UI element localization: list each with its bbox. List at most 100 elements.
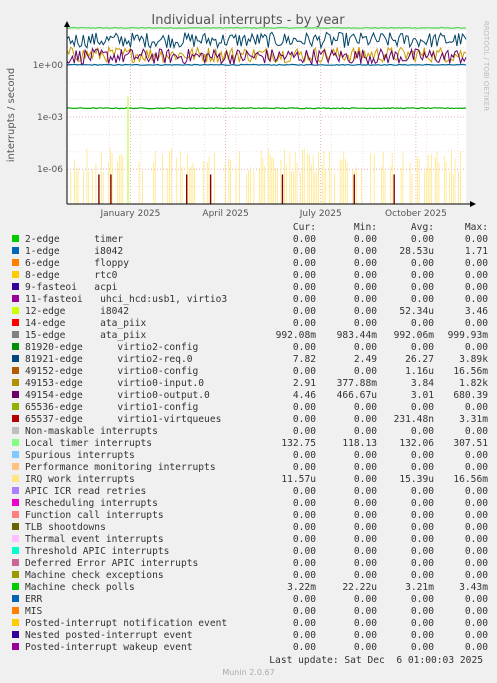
legend-min-value: 0.00	[353, 642, 377, 653]
legend-min-value: 118.13	[342, 438, 377, 449]
legend-max-value: 307.51	[453, 438, 488, 449]
legend-max-value: 3.89k	[459, 354, 488, 365]
legend-series-cell: Thermal event interrupts	[12, 534, 260, 546]
legend-label: 65537-edge virtio1-virtqueues	[25, 414, 222, 425]
legend-cur-value: 0.00	[292, 630, 316, 641]
legend-min-value: 0.00	[353, 474, 377, 485]
legend-row: 14-edge ata_piix 0.00 0.00 0.00 0.00	[12, 318, 488, 330]
legend-swatch	[12, 631, 19, 638]
legend-body: 2-edge timer 0.00 0.00 0.00 0.00 1-edge i8042…	[12, 234, 488, 654]
legend-avg-value: 0.00	[410, 618, 434, 629]
legend-avg-value: 0.00	[410, 342, 434, 353]
legend-avg-value: 26.27	[405, 354, 434, 365]
legend-min-value: 0.00	[353, 306, 377, 317]
legend-row: 6-edge floppy 0.00 0.00 0.00 0.00	[12, 258, 488, 270]
col-avg-header: Avg:	[410, 222, 434, 233]
legend-avg-value: 28.53u	[399, 246, 434, 257]
legend-row: ERR 0.00 0.00 0.00 0.00	[12, 594, 488, 606]
legend-max-value: 0.00	[464, 270, 488, 281]
legend-cur-value: 0.00	[292, 282, 316, 293]
legend-max-value: 0.00	[464, 546, 488, 557]
legend-series-cell: 12-edge i8042	[12, 306, 260, 318]
legend-max-value: 0.00	[464, 486, 488, 497]
legend-cur-value: 992.08m	[275, 330, 316, 341]
legend-series-cell: 49154-edge virtio0-output.0	[12, 390, 260, 402]
legend-min-value: 466.67u	[336, 390, 377, 401]
legend-series-cell: 15-edge ata_piix	[12, 330, 260, 342]
legend-swatch	[12, 247, 19, 254]
legend-row: 1-edge i8042 0.00 0.00 28.53u 1.71	[12, 246, 488, 258]
legend-series-cell: TLB shootdowns	[12, 522, 260, 534]
legend-max-value: 0.00	[464, 522, 488, 533]
legend-series-cell: Local timer interrupts	[12, 438, 260, 450]
legend-avg-value: 0.00	[410, 486, 434, 497]
legend-max-value: 0.00	[464, 630, 488, 641]
legend-min-value: 0.00	[353, 342, 377, 353]
legend-series-cell: 65537-edge virtio1-virtqueues	[12, 414, 260, 426]
legend-min-value: 0.00	[353, 426, 377, 437]
legend-label: 49154-edge virtio0-output.0	[25, 390, 210, 401]
legend-min-value: 983.44m	[336, 330, 377, 341]
legend-cur-value: 0.00	[292, 258, 316, 269]
legend-swatch	[12, 535, 19, 542]
legend-avg-value: 0.00	[410, 642, 434, 653]
legend-min-value: 0.00	[353, 618, 377, 629]
legend-label: 12-edge i8042	[25, 306, 129, 317]
legend-min-value: 2.49	[353, 354, 377, 365]
legend-series-cell: Machine check polls	[12, 582, 260, 594]
legend-label: Spurious interrupts	[25, 450, 135, 461]
legend-swatch	[12, 559, 19, 566]
legend-cur-value: 0.00	[292, 606, 316, 617]
legend-max-value: 0.00	[464, 606, 488, 617]
legend-cur-value: 0.00	[292, 498, 316, 509]
legend-cur-value: 4.46	[292, 390, 316, 401]
legend-series-cell: 14-edge ata_piix	[12, 318, 260, 330]
legend-label: 8-edge rtc0	[25, 270, 118, 281]
legend-cur-value: 0.00	[292, 426, 316, 437]
legend-row: Deferred Error APIC interrupts 0.00 0.00 0.…	[12, 558, 488, 570]
legend-cur-value: 0.00	[292, 570, 316, 581]
x-tick-label: April 2025	[202, 209, 248, 219]
legend-max-value: 0.00	[464, 462, 488, 473]
legend-row: IRQ work interrupts 11.57u 0.00 15.39u 16.56…	[12, 474, 488, 486]
legend-min-value: 0.00	[353, 534, 377, 545]
legend-swatch	[12, 475, 19, 482]
legend-swatch	[12, 379, 19, 386]
legend-avg-value: 3.01	[410, 390, 434, 401]
legend-min-value: 0.00	[353, 402, 377, 413]
legend-row: Machine check polls 3.22m 22.22u 3.21m 3.43m	[12, 582, 488, 594]
legend-swatch	[12, 427, 19, 434]
chart-canvas: Individual interrupts - by year interrup…	[6, 13, 490, 219]
legend-swatch	[12, 283, 19, 290]
footer-version: Munin 2.0.67	[222, 668, 275, 677]
legend-cur-value: 7.82	[292, 354, 316, 365]
legend-max-value: 0.00	[464, 510, 488, 521]
legend-swatch	[12, 463, 19, 470]
legend-avg-value: 52.34u	[399, 306, 434, 317]
legend-avg-value: 0.00	[410, 282, 434, 293]
legend-avg-value: 0.00	[410, 594, 434, 605]
legend-max-value: 3.31m	[459, 414, 488, 425]
legend-label: Local timer interrupts	[25, 438, 153, 449]
legend-cur-value: 0.00	[292, 306, 316, 317]
legend-swatch	[12, 331, 19, 338]
legend-min-value: 0.00	[353, 522, 377, 533]
x-tick-label: July 2025	[299, 209, 342, 219]
legend-row: 81920-edge virtio2-config 0.00 0.00 0.00 0.0…	[12, 342, 488, 354]
legend-min-value: 0.00	[353, 294, 377, 305]
legend-swatch	[12, 307, 19, 314]
legend-series-cell: APIC ICR read retries	[12, 486, 260, 498]
legend-row: 9-fasteoi acpi 0.00 0.00 0.00 0.00	[12, 282, 488, 294]
x-axis: January 2025 April 2025 July 2025 October 2…	[99, 209, 446, 219]
legend-avg-value: 0.00	[410, 258, 434, 269]
legend-label: 81920-edge virtio2-config	[25, 342, 199, 353]
legend-series-cell: IRQ work interrupts	[12, 474, 260, 486]
legend-label: Function call interrupts	[25, 510, 164, 521]
legend-series-cell: Rescheduling interrupts	[12, 498, 260, 510]
legend-max-value: 0.00	[464, 258, 488, 269]
x-axis-arrow	[470, 201, 476, 207]
legend-swatch	[12, 259, 19, 266]
legend-cur-value: 0.00	[292, 246, 316, 257]
legend-row: Thermal event interrupts 0.00 0.00 0.00 0.00	[12, 534, 488, 546]
legend-label: 2-edge timer	[25, 234, 124, 245]
